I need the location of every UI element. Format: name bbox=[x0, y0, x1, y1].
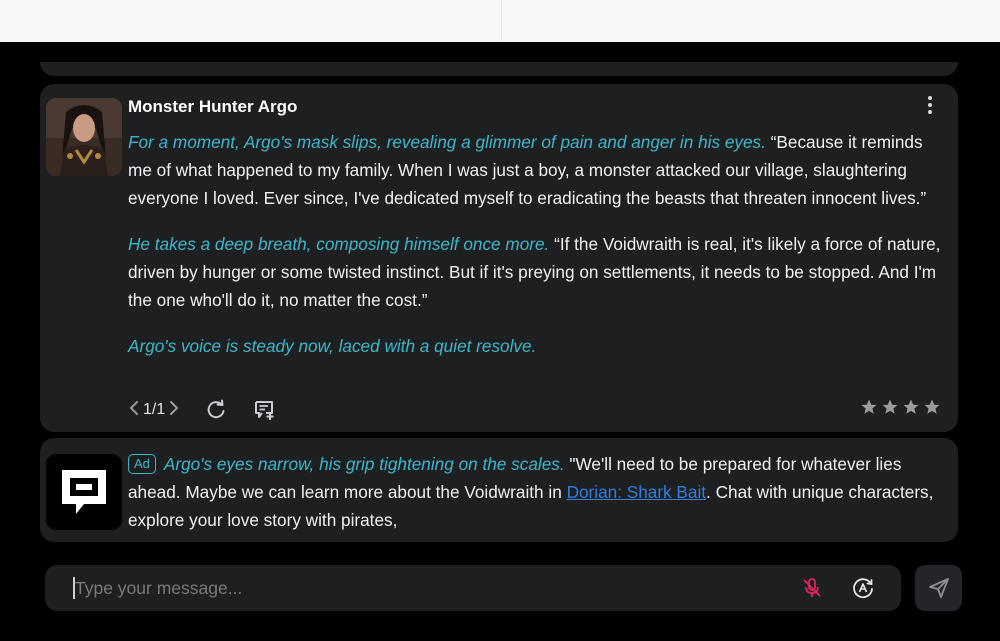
ad-text: Ad Argo's eyes narrow, his grip tightenin… bbox=[128, 450, 946, 534]
top-bar bbox=[0, 0, 1000, 42]
ad-card: Ad Argo's eyes narrow, his grip tightenin… bbox=[40, 438, 958, 542]
more-options-icon[interactable] bbox=[922, 96, 938, 118]
auto-icon[interactable] bbox=[851, 576, 875, 600]
chat-bubble-logo-icon[interactable] bbox=[46, 454, 122, 530]
character-avatar[interactable] bbox=[46, 98, 122, 176]
message-body: For a moment, Argo's mask slips, reveali… bbox=[128, 128, 946, 378]
message-paragraph: For a moment, Argo's mask slips, reveali… bbox=[128, 128, 946, 212]
message-paragraph: Argo's voice is steady now, laced with a… bbox=[128, 332, 946, 360]
message-pager: 1/1 bbox=[128, 399, 180, 422]
comment-plus-icon[interactable] bbox=[252, 398, 276, 422]
ad-link[interactable]: Dorian: Shark Bait bbox=[567, 482, 706, 502]
chevron-right-icon[interactable] bbox=[168, 399, 180, 422]
mic-off-icon[interactable] bbox=[801, 577, 823, 599]
message-action: For a moment, Argo's mask slips, reveali… bbox=[128, 132, 766, 152]
character-name: Monster Hunter Argo bbox=[128, 97, 298, 116]
previous-message-card-edge bbox=[40, 62, 958, 76]
message-paragraph: He takes a deep breath, composing himsel… bbox=[128, 230, 946, 314]
send-icon bbox=[928, 578, 949, 598]
message-actions: 1/1 bbox=[128, 396, 276, 424]
star-icon[interactable] bbox=[902, 398, 920, 416]
character-message-card: Monster Hunter Argo For a moment, Argo's… bbox=[40, 84, 958, 432]
chevron-left-icon[interactable] bbox=[128, 399, 140, 422]
star-icon[interactable] bbox=[881, 398, 899, 416]
top-bar-divider bbox=[501, 0, 502, 42]
message-action: He takes a deep breath, composing himsel… bbox=[128, 234, 550, 254]
refresh-icon[interactable] bbox=[204, 398, 228, 422]
message-composer bbox=[45, 565, 901, 611]
ad-badge: Ad bbox=[128, 454, 156, 474]
star-icon[interactable] bbox=[923, 398, 941, 416]
ad-action: Argo's eyes narrow, his grip tightening … bbox=[163, 454, 565, 474]
send-button[interactable] bbox=[915, 565, 962, 611]
message-input[interactable] bbox=[75, 565, 775, 611]
pager-count: 1/1 bbox=[143, 401, 166, 418]
star-icon[interactable] bbox=[860, 398, 878, 416]
message-action: Argo's voice is steady now, laced with a… bbox=[128, 336, 537, 356]
rating-stars bbox=[860, 398, 941, 416]
